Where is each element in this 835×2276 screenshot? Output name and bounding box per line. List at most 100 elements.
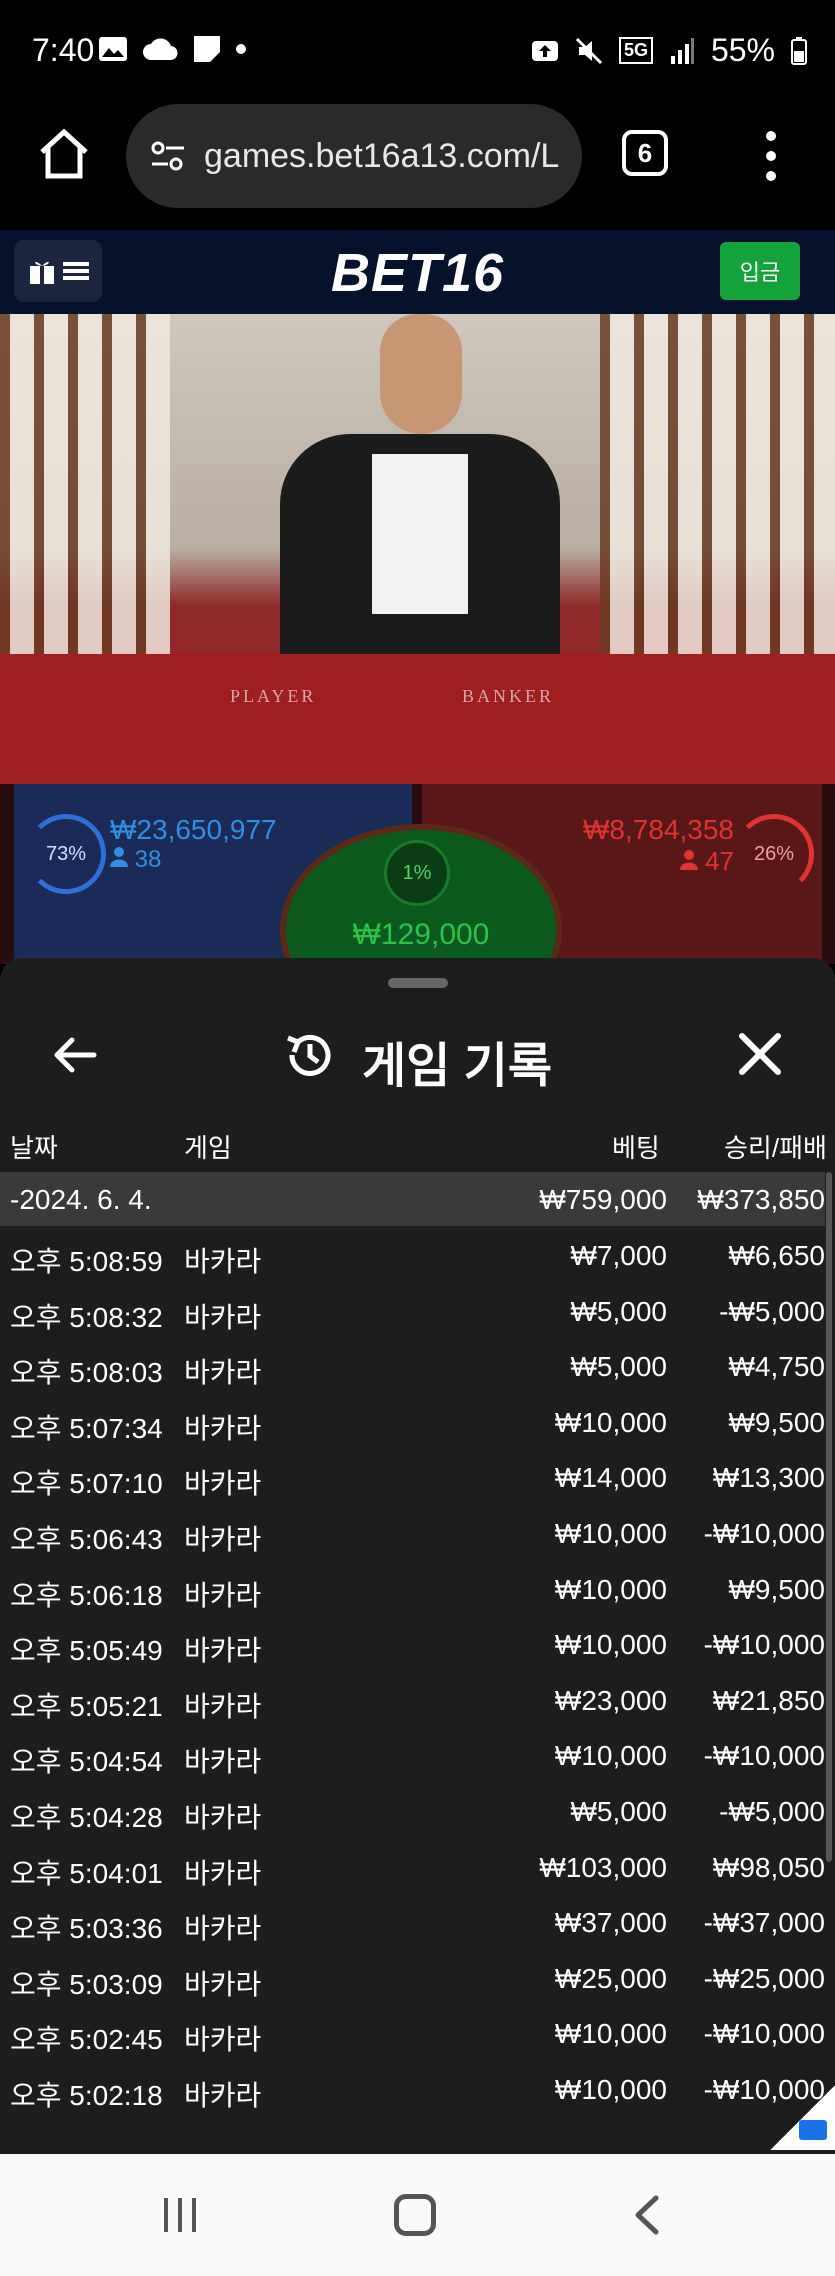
tab-switcher-button[interactable]: 6 — [622, 130, 668, 176]
history-row[interactable]: 오후 5:08:59 바카라 ₩7,000 ₩6,650 — [0, 1228, 825, 1282]
dealer-head — [380, 314, 462, 434]
history-row[interactable]: 오후 5:06:43 바카라 ₩10,000 -₩10,000 — [0, 1506, 825, 1560]
table-player-label: PLAYER — [230, 686, 317, 706]
row-result: -₩37,000 — [703, 1907, 825, 1939]
deposit-button[interactable]: 입금 — [720, 242, 800, 300]
row-time: 오후 5:03:09 — [10, 1968, 163, 2000]
row-result: -₩10,000 — [703, 1629, 825, 1661]
site-header: BET16 입금 — [0, 230, 835, 314]
date-summary-row[interactable]: -2024. 6. 4. ₩759,000 ₩373,850 — [0, 1172, 825, 1226]
nav-back-icon[interactable] — [630, 2194, 664, 2236]
history-row[interactable]: 오후 5:08:03 바카라 ₩5,000 ₩4,750 — [0, 1339, 825, 1393]
recent-apps-icon[interactable] — [160, 2194, 200, 2236]
row-bet: ₩5,000 — [570, 1796, 668, 1827]
history-row[interactable]: 오후 5:02:18 바카라 ₩10,000 -₩10,000 — [0, 2062, 825, 2116]
decor-screen-left — [0, 314, 170, 694]
system-icons: 5G 55% — [531, 32, 807, 69]
home-icon[interactable] — [36, 126, 92, 182]
image-icon — [99, 37, 127, 61]
row-result: ₩13,300 — [712, 1462, 825, 1494]
sheet-header: 게임 기록 — [0, 1008, 835, 1108]
history-row[interactable]: 오후 5:05:49 바카라 ₩10,000 -₩10,000 — [0, 1617, 825, 1671]
row-game: 바카라 — [184, 1468, 262, 1500]
mute-icon — [575, 37, 602, 64]
row-bet: ₩5,000 — [570, 1295, 668, 1327]
row-time: 오후 5:04:28 — [10, 1802, 163, 1833]
row-game: 바카라 — [184, 1968, 262, 2000]
close-icon[interactable] — [736, 1030, 784, 1078]
more-menu-icon[interactable] — [756, 126, 786, 186]
row-result: -₩5,000 — [719, 1295, 825, 1327]
row-result: ₩98,050 — [712, 1851, 825, 1883]
history-row[interactable]: 오후 5:03:09 바카라 ₩25,000 -₩25,000 — [0, 1951, 825, 2005]
row-time: 오후 5:06:18 — [10, 1579, 163, 1611]
row-time: 오후 5:08:32 — [10, 1301, 163, 1333]
person-icon — [679, 850, 698, 870]
history-row[interactable]: 오후 5:04:28 바카라 ₩5,000 -₩5,000 — [0, 1784, 825, 1838]
history-row[interactable]: 오후 5:04:54 바카라 ₩10,000 -₩10,000 — [0, 1728, 825, 1782]
row-game: 바카라 — [184, 1246, 262, 1277]
back-arrow-icon[interactable] — [50, 1030, 100, 1080]
battery-icon — [791, 36, 807, 65]
row-result: ₩9,500 — [728, 1573, 826, 1605]
row-result: -₩10,000 — [703, 1740, 825, 1772]
row-bet: ₩10,000 — [554, 1740, 667, 1772]
notification-icons — [98, 34, 246, 64]
status-bar: 7:40 5G 55% — [0, 0, 835, 100]
row-time: 오후 5:03:36 — [10, 1913, 163, 1945]
history-row[interactable]: 오후 5:08:32 바카라 ₩5,000 -₩5,000 — [0, 1284, 825, 1338]
banker-total-amount: ₩8,784,358 — [583, 814, 734, 845]
row-bet: ₩5,000 — [570, 1351, 668, 1383]
screenshot-badge[interactable] — [770, 2086, 835, 2150]
row-bet: ₩37,000 — [554, 1907, 667, 1939]
row-result: -₩5,000 — [719, 1796, 825, 1827]
col-header-date: 날짜 — [10, 1133, 58, 1163]
history-row[interactable]: 오후 5:03:36 바카라 ₩37,000 -₩37,000 — [0, 1895, 825, 1949]
history-row[interactable]: 오후 5:07:10 바카라 ₩14,000 ₩13,300 — [0, 1450, 825, 1504]
banker-bettor-count: 47 — [679, 846, 734, 877]
row-time: 오후 5:02:45 — [10, 2024, 163, 2056]
live-video[interactable]: PLAYER BANKER — [0, 314, 835, 784]
row-bet: ₩10,000 — [554, 2018, 667, 2050]
row-result: -₩10,000 — [703, 2018, 825, 2050]
network-type: 5G — [618, 37, 653, 64]
site-settings-icon[interactable] — [148, 136, 188, 176]
history-row[interactable]: 오후 5:05:21 바카라 ₩23,000 ₩21,850 — [0, 1673, 825, 1727]
system-nav-bar — [0, 2154, 835, 2276]
row-time: 오후 5:05:21 — [10, 1690, 163, 1722]
history-row[interactable]: 오후 5:04:01 바카라 ₩103,000 ₩98,050 — [0, 1840, 825, 1894]
history-row[interactable]: 오후 5:02:45 바카라 ₩10,000 -₩10,000 — [0, 2006, 825, 2060]
history-row[interactable]: 오후 5:07:34 바카라 ₩10,000 ₩9,500 — [0, 1395, 825, 1449]
share-icon — [799, 2120, 827, 2140]
url-text: games.bet16a13.com/L — [204, 136, 560, 175]
row-bet: ₩10,000 — [554, 1629, 667, 1661]
address-bar[interactable]: games.bet16a13.com/L — [126, 104, 582, 208]
col-header-game: 게임 — [184, 1133, 232, 1163]
dealer-shirt — [372, 454, 468, 614]
row-game: 바카라 — [184, 1746, 262, 1778]
nav-home-icon[interactable] — [394, 2194, 436, 2236]
game-history-sheet: 게임 기록 날짜 게임 베팅 승리/패배 -2024. 6. 4. ₩759,0… — [0, 958, 835, 2154]
player-bettor-count: 38 — [110, 846, 161, 874]
row-game: 바카라 — [184, 1301, 262, 1333]
row-time: 오후 5:06:43 — [10, 1524, 163, 1555]
row-bet: ₩10,000 — [554, 1518, 667, 1549]
banker-count-text: 47 — [705, 846, 734, 876]
row-bet: ₩103,000 — [539, 1851, 667, 1883]
scrollbar[interactable] — [826, 1172, 832, 1862]
history-row[interactable]: 오후 5:06:18 바카라 ₩10,000 ₩9,500 — [0, 1562, 825, 1616]
cloud-icon — [143, 38, 178, 61]
bet-board: 73% ₩23,650,977 38 ₩8,784,358 47 26% 1% … — [0, 784, 835, 1036]
row-game: 바카라 — [184, 1857, 262, 1889]
player-total-amount: ₩23,650,977 — [110, 814, 277, 845]
row-game: 바카라 — [184, 1913, 262, 1945]
baccarat-table — [0, 654, 835, 784]
player-percent-ring: 73% — [26, 814, 106, 894]
sheet-title: 게임 기록 — [362, 1040, 552, 1093]
site-logo[interactable]: BET16 — [0, 242, 835, 304]
history-icon — [287, 1034, 331, 1076]
row-bet: ₩10,000 — [554, 1406, 667, 1438]
row-game: 바카라 — [184, 1635, 262, 1667]
row-time: 오후 5:07:10 — [10, 1468, 163, 1500]
sheet-drag-handle[interactable] — [388, 978, 448, 988]
